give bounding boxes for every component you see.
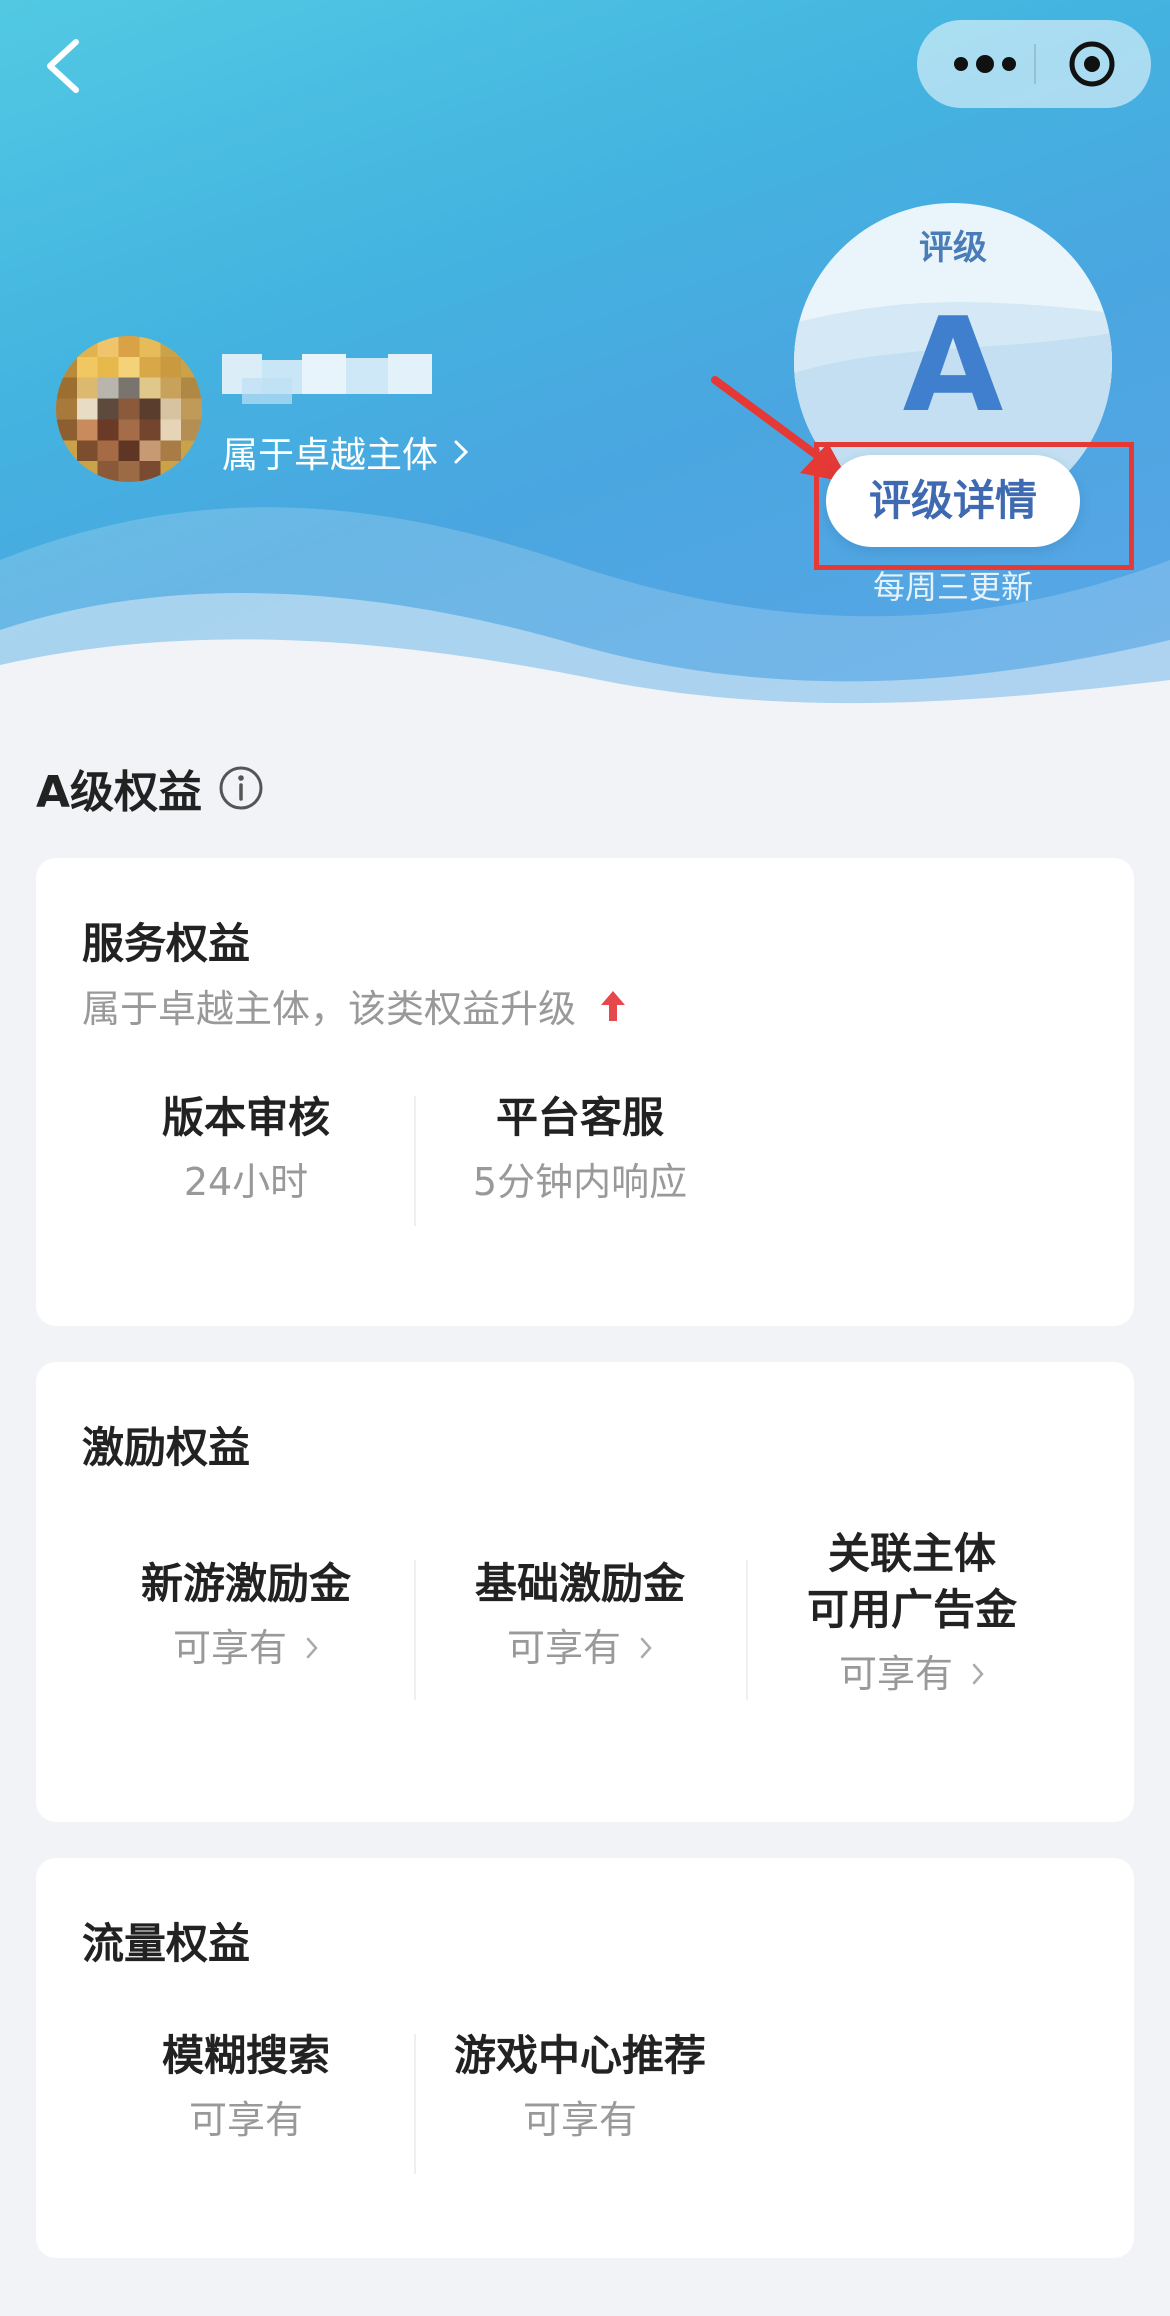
card-subtitle-text: 属于卓越主体，该类权益升级 [82, 987, 577, 1031]
back-button[interactable] [36, 30, 96, 100]
card-subtitle: 属于卓越主体，该类权益升级 [82, 978, 626, 1033]
benefit-label: 平台客服 [495, 1093, 664, 1142]
benefit-label-line2: 可用广告金 [806, 1585, 1017, 1634]
benefit-item[interactable]: 关联主体 可用广告金 可享有 [748, 1526, 1076, 1700]
benefit-label: 新游激励金 [140, 1559, 351, 1608]
org-link-label: 属于卓越主体 [222, 435, 439, 476]
update-note: 每周三更新 [872, 568, 1033, 606]
traffic-benefits-card: 流量权益 模糊搜索 可享有 游戏中心推荐 可享有 [36, 1858, 1134, 2258]
benefit-value: 可享有 [188, 2098, 303, 2142]
benefit-item[interactable]: 基础激励金 可享有 [416, 1556, 744, 1674]
benefit-value-link[interactable]: 可享有 [173, 1622, 319, 1674]
username-redacted [222, 354, 442, 406]
upgrade-arrow-icon [601, 990, 626, 1021]
benefit-value: 可享有 [838, 1652, 953, 1696]
benefit-item: 版本审核 24小时 [82, 1090, 410, 1208]
more-dots-icon [954, 55, 1016, 73]
benefit-value-link[interactable]: 可享有 [839, 1648, 985, 1700]
target-close-icon [1069, 41, 1115, 87]
capsule-divider [1034, 44, 1036, 84]
rating-label: 评级 [919, 228, 987, 268]
mini-program-capsule [917, 20, 1151, 108]
header-banner: 属于卓越主体 评级 A 评级详情 每周三更新 [0, 0, 1170, 720]
org-link[interactable]: 属于卓越主体 [222, 424, 470, 480]
benefit-item[interactable]: 新游激励金 可享有 [82, 1556, 410, 1674]
card-title: 激励权益 [82, 1423, 251, 1472]
benefit-value: 24小时 [183, 1160, 309, 1204]
pixelated-avatar [56, 336, 202, 482]
back-arrow-icon [47, 39, 79, 93]
card-title: 服务权益 [82, 919, 251, 968]
close-button[interactable] [1057, 40, 1127, 88]
benefit-label: 基础激励金 [474, 1559, 685, 1608]
avatar [56, 336, 202, 482]
benefit-value: 可享有 [522, 2098, 637, 2142]
benefit-value-link[interactable]: 可享有 [507, 1622, 653, 1674]
chevron-right-icon [454, 440, 469, 464]
info-icon[interactable] [218, 765, 264, 811]
benefit-label: 版本审核 [161, 1093, 330, 1142]
benefit-label: 模糊搜索 [161, 2031, 330, 2080]
service-benefits-card: 服务权益 属于卓越主体，该类权益升级 版本审核 24小时 平台客服 5分钟内响应 [36, 858, 1134, 1326]
section-title: A级权益 [36, 756, 264, 820]
chevron-right-icon [306, 1637, 318, 1659]
chevron-right-icon [972, 1663, 984, 1685]
benefit-value: 5分钟内响应 [472, 1160, 688, 1204]
incentive-benefits-card: 激励权益 新游激励金 可享有 基础激励金 可享有 关联主体 可用广告金 可享有 [36, 1362, 1134, 1822]
benefit-item: 模糊搜索 可享有 [82, 2028, 410, 2146]
more-button[interactable] [947, 40, 1023, 88]
benefit-value: 可享有 [506, 1626, 621, 1670]
benefit-item: 平台客服 5分钟内响应 [416, 1090, 744, 1208]
benefit-label: 游戏中心推荐 [453, 2031, 706, 2080]
benefit-label-line1: 关联主体 [827, 1529, 996, 1578]
benefit-value: 可享有 [172, 1626, 287, 1670]
red-highlight-box [814, 442, 1134, 570]
card-title: 流量权益 [82, 1919, 251, 1968]
benefit-item: 游戏中心推荐 可享有 [416, 2028, 744, 2146]
chevron-right-icon [640, 1637, 652, 1659]
section-title-text: A级权益 [36, 767, 203, 818]
